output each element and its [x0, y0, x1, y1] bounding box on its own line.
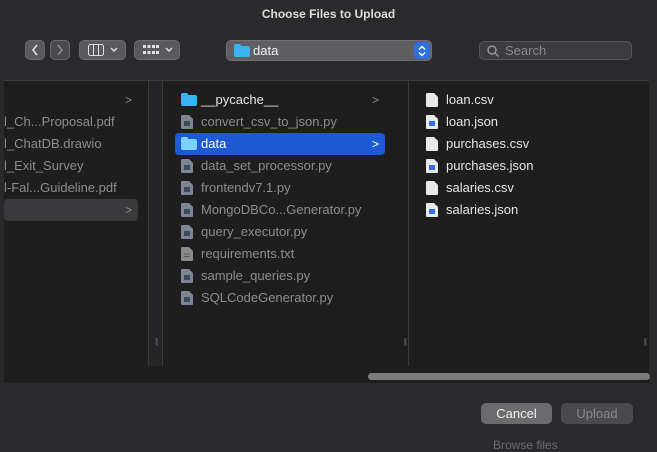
- list-item-selected[interactable]: data >: [175, 133, 385, 155]
- list-item[interactable]: l_Exit_Survey: [4, 155, 138, 177]
- chevron-left-icon: [31, 44, 38, 56]
- python-file-icon: [181, 159, 193, 173]
- cancel-button[interactable]: Cancel: [481, 403, 552, 424]
- python-file-icon: [181, 269, 193, 283]
- list-item[interactable]: frontendv7.1.py: [175, 177, 385, 199]
- chevron-down-icon: [110, 47, 118, 52]
- column-data: loan.csv loan.json purchases.csv purchas…: [408, 81, 647, 366]
- item-label: data_set_processor.py: [201, 158, 332, 173]
- folder-icon: [181, 137, 197, 150]
- forward-button[interactable]: [50, 40, 70, 60]
- item-label: loan.json: [446, 114, 499, 129]
- item-label: SQLCodeGenerator.py: [201, 290, 334, 305]
- list-item[interactable]: l-Fal...Guideline.pdf: [4, 177, 138, 199]
- horizontal-scrollbar[interactable]: [4, 370, 650, 382]
- file-browser: > l_Ch...Proposal.pdf l_ChatDB.drawio l_…: [4, 80, 649, 383]
- item-label: l_Ch...Proposal.pdf: [4, 114, 115, 129]
- json-file-icon: [426, 159, 438, 173]
- background-text: Browse files: [493, 438, 558, 452]
- upload-button[interactable]: Upload: [561, 403, 633, 424]
- toolbar: data Search: [0, 28, 657, 80]
- python-file-icon: [181, 115, 193, 129]
- dialog-title: Choose Files to Upload: [261, 7, 396, 21]
- item-label: query_executor.py: [201, 224, 308, 239]
- item-label: frontendv7.1.py: [201, 180, 291, 195]
- item-label: convert_csv_to_json.py: [201, 114, 337, 129]
- csv-file-icon: [426, 137, 438, 151]
- chevron-right-icon: >: [371, 93, 379, 107]
- search-icon: [487, 45, 499, 57]
- grid-icon: [143, 45, 159, 54]
- column-project: __pycache__ > convert_csv_to_json.py dat…: [155, 81, 409, 366]
- list-item-selected-parent[interactable]: >: [4, 199, 138, 221]
- list-item[interactable]: MongoDBCo...Generator.py: [175, 199, 385, 221]
- chevron-right-icon: >: [371, 137, 379, 151]
- column-parent: > l_Ch...Proposal.pdf l_ChatDB.drawio l_…: [4, 81, 149, 366]
- item-label: l_ChatDB.drawio: [4, 136, 102, 151]
- item-label: data: [201, 136, 227, 151]
- location-popup[interactable]: data: [226, 40, 432, 61]
- item-label: l-Fal...Guideline.pdf: [4, 180, 117, 195]
- scrollbar-thumb[interactable]: [368, 373, 650, 380]
- item-label: purchases.json: [446, 158, 534, 173]
- chevron-right-icon: [57, 44, 64, 56]
- popup-stepper[interactable]: [414, 42, 430, 59]
- json-file-icon: [426, 115, 438, 129]
- column-gap: [149, 81, 162, 366]
- list-item[interactable]: l_ChatDB.drawio: [4, 133, 138, 155]
- python-file-icon: [181, 203, 193, 217]
- item-label: l_Exit_Survey: [4, 158, 84, 173]
- chevron-right-icon: >: [124, 203, 132, 217]
- back-button[interactable]: [25, 40, 45, 60]
- python-file-icon: [181, 225, 193, 239]
- list-item[interactable]: convert_csv_to_json.py: [175, 111, 385, 133]
- list-item[interactable]: >: [4, 89, 138, 111]
- location-label: data: [253, 43, 279, 58]
- chevron-down-icon: [165, 47, 173, 52]
- csv-file-icon: [426, 181, 438, 195]
- column-resize-handle[interactable]: ||: [155, 337, 158, 346]
- item-label: purchases.csv: [446, 136, 530, 151]
- group-button[interactable]: [134, 40, 180, 60]
- item-label: requirements.txt: [201, 246, 295, 261]
- json-file-icon: [426, 203, 438, 217]
- folder-icon: [181, 93, 197, 106]
- csv-file-icon: [426, 93, 438, 107]
- item-label: salaries.json: [446, 202, 519, 217]
- folder-icon: [234, 44, 250, 57]
- item-label: __pycache__: [201, 92, 279, 107]
- item-label: sample_queries.py: [201, 268, 311, 283]
- text-file-icon: [181, 247, 193, 261]
- column-resize-handle[interactable]: ||: [404, 337, 407, 346]
- search-placeholder: Search: [505, 43, 547, 58]
- python-file-icon: [181, 291, 193, 305]
- column-resize-handle[interactable]: ||: [644, 337, 647, 346]
- list-item[interactable]: l_Ch...Proposal.pdf: [4, 111, 138, 133]
- list-item[interactable]: requirements.txt: [175, 243, 385, 265]
- columns-view-icon: [88, 44, 104, 56]
- chevron-right-icon: >: [124, 93, 132, 107]
- item-label: MongoDBCo...Generator.py: [201, 202, 362, 217]
- list-item[interactable]: SQLCodeGenerator.py: [175, 287, 385, 309]
- python-file-icon: [181, 181, 193, 195]
- view-mode-button[interactable]: [79, 40, 126, 60]
- list-item[interactable]: query_executor.py: [175, 221, 385, 243]
- search-field[interactable]: Search: [479, 41, 632, 60]
- item-label: loan.csv: [446, 92, 494, 107]
- list-item[interactable]: __pycache__ >: [175, 89, 385, 111]
- list-item[interactable]: data_set_processor.py: [175, 155, 385, 177]
- list-item[interactable]: sample_queries.py: [175, 265, 385, 287]
- up-down-chevron-icon: [418, 45, 426, 56]
- item-label: salaries.csv: [446, 180, 514, 195]
